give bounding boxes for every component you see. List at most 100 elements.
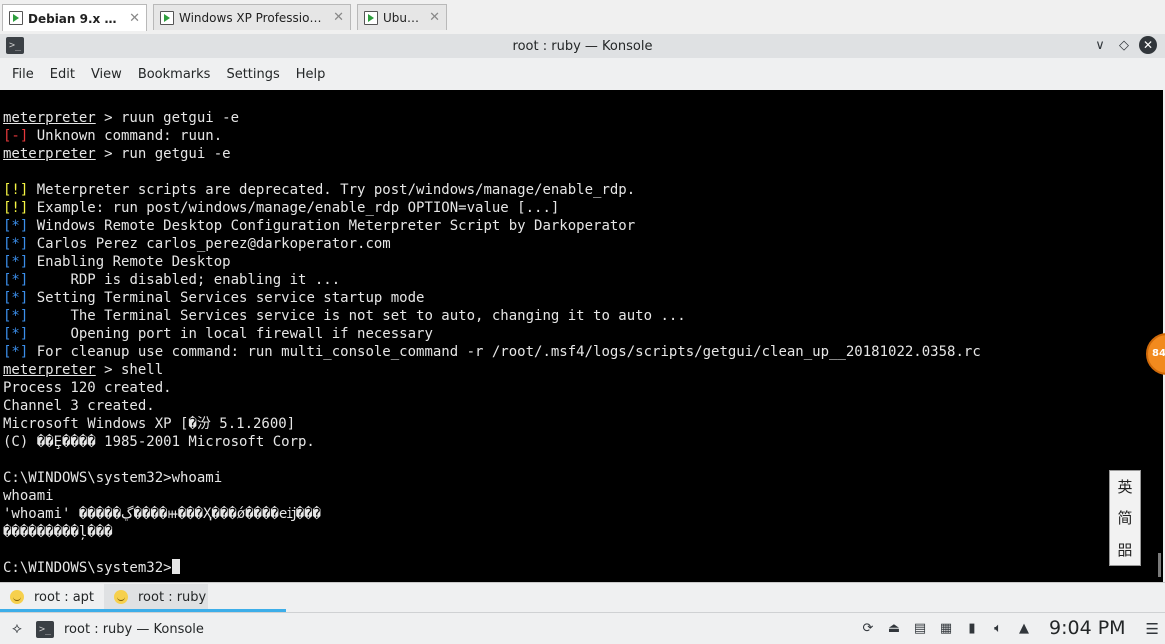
terminal-line-prefix: meterpreter [3,110,96,126]
konsole-tab-apt[interactable]: root : apt [0,584,104,610]
minimize-icon[interactable]: ∨ [1091,36,1109,54]
window-title: root : ruby — Konsole [512,38,653,54]
application-launcher-icon[interactable]: ⟡ [8,619,26,637]
vm-tab-ubuntu[interactable]: Ubuntu ✕ [357,4,447,30]
terminal-line-prefix: [*] [3,308,29,324]
close-icon[interactable]: ✕ [429,10,440,25]
terminal-line-text: > shell [95,362,164,378]
terminal-line: 'whoami' �����ڲ����ⲿ���Ҳ���ǿ����еĳ��� [3,505,981,523]
terminal-line-text: Process 120 created. [3,380,172,396]
menu-help[interactable]: Help [288,67,334,82]
terminal-line-text: For cleanup use command: run multi_conso… [28,344,981,360]
terminal-line-text: whoami [3,488,54,504]
terminal-line: [-] Unknown command: ruun. [3,127,981,145]
menu-edit[interactable]: Edit [42,67,83,82]
expand-tray-icon[interactable]: ▲ [1015,619,1033,637]
close-icon[interactable]: ✕ [129,11,140,26]
vm-icon [364,10,378,25]
terminal-line-prefix: [*] [3,326,29,342]
terminal-line: [*] Carlos Perez carlos_perez@darkoperat… [3,235,981,253]
terminal-line-prefix: [-] [3,128,29,144]
terminal-line-prefix: [*] [3,272,29,288]
terminal-line-text: Windows Remote Desktop Configuration Met… [28,218,636,234]
vm-tab-label: Debian 9.x 64 位 [28,11,123,26]
clipboard-icon[interactable]: ▤ [911,619,929,637]
terminal-line-prefix: [*] [3,254,29,270]
terminal-line-text: ���������ļ��� [3,524,113,540]
terminal-line-prefix: meterpreter [3,362,96,378]
terminal-line-text: > ruun getgui -e [95,110,240,126]
taskbar: ⟡ >_ root : ruby — Konsole ⟳ ⏏ ▤ ▦ ▮ 🔈︎ … [0,612,1165,644]
terminal-line-text: Meterpreter scripts are deprecated. Try … [28,182,636,198]
terminal-line-text: Carlos Perez carlos_perez@darkoperator.c… [28,236,391,252]
konsole-tab-label: root : apt [34,589,95,605]
clock[interactable]: 9:04 PM [1049,617,1126,639]
updates-icon[interactable]: ⟳ [859,619,877,637]
konsole-tab-bar: root : apt root : ruby [0,582,1165,610]
close-window-icon[interactable]: ✕ [1139,36,1157,54]
vm-tab-windows-xp[interactable]: Windows XP Professional No P... ✕ [153,4,351,30]
terminal-output[interactable]: meterpreter > ruun getgui -e [-] Unknown … [0,90,1163,582]
terminal-line: whoami [3,487,981,505]
terminal-line-text: Unknown command: ruun. [28,128,223,144]
ime-glyph: 英 [1117,478,1133,497]
input-method-widget[interactable]: 英 简 㗊 [1109,470,1141,566]
ime-glyph: 简 [1117,509,1133,528]
terminal-icon: >_ [36,620,54,638]
taskbar-task-konsole[interactable]: >_ root : ruby — Konsole [36,617,204,641]
vm-tab-strip: Debian 9.x 64 位 ✕ Windows XP Professiona… [0,0,1165,35]
terminal-line-prefix: [*] [3,344,29,360]
terminal-line-text: C:\WINDOWS\system32>whoami [3,470,223,486]
terminal-scrollbar[interactable] [1158,553,1161,577]
terminal-icon[interactable]: >_ [6,37,24,54]
terminal-line: [*] Windows Remote Desktop Configuration… [3,217,981,235]
notes-icon[interactable]: ▦ [937,619,955,637]
terminal-line: [!] Example: run post/windows/manage/ena… [3,199,981,217]
terminal-line-text: > run getgui -e [95,146,231,162]
vm-tab-debian[interactable]: Debian 9.x 64 位 ✕ [2,4,147,31]
terminal-line-text: C:\WINDOWS\system32> [3,560,172,576]
terminal-line: [*] Setting Terminal Services service st… [3,289,981,307]
terminal-line: meterpreter > run getgui -e [3,145,981,163]
terminal-line-text: Microsoft Windows XP [�汾 5.1.2600] [3,416,296,432]
battery-icon[interactable]: ▮ [963,619,981,637]
terminal-line: meterpreter > shell [3,361,981,379]
menu-file[interactable]: File [4,67,42,82]
smiley-icon [10,590,24,604]
terminal-line: C:\WINDOWS\system32> [3,559,981,577]
terminal-line-text: Example: run post/windows/manage/enable_… [28,200,560,216]
maximize-icon[interactable]: ◇ [1115,36,1133,54]
vm-tab-label: Windows XP Professional No P... [179,10,328,25]
terminal-line: [*] Enabling Remote Desktop [3,253,981,271]
menu-bookmarks[interactable]: Bookmarks [130,67,219,82]
konsole-tab-label: root : ruby [138,589,207,605]
konsole-tab-ruby[interactable]: root : ruby [104,584,208,610]
menu-settings[interactable]: Settings [218,67,287,82]
smiley-icon [114,590,128,604]
terminal-line-prefix: meterpreter [3,146,96,162]
terminal-line-text: RDP is disabled; enabling it ... [28,272,341,288]
menu-view[interactable]: View [83,67,130,82]
terminal-line-prefix: [!] [3,200,29,216]
ime-glyph: 㗊 [1117,540,1133,559]
terminal-line: [!] Meterpreter scripts are deprecated. … [3,181,981,199]
terminal-line-text: Setting Terminal Services service startu… [28,290,425,306]
window-titlebar[interactable]: >_ root : ruby — Konsole ∨ ◇ ✕ [0,34,1165,58]
volume-icon[interactable]: 🔈︎ [989,619,1007,637]
terminal-line-prefix: [*] [3,218,29,234]
terminal-line-prefix: [*] [3,236,29,252]
menu-bar: File Edit View Bookmarks Settings Help [0,58,1165,90]
hamburger-menu-icon[interactable]: ☰ [1146,620,1159,638]
terminal-line-text: Enabling Remote Desktop [28,254,231,270]
terminal-line-text: The Terminal Services service is not set… [28,308,686,324]
terminal-line: [*] The Terminal Services service is not… [3,307,981,325]
terminal-line-text: Opening port in local firewall if necess… [28,326,433,342]
close-icon[interactable]: ✕ [333,10,344,25]
terminal-line-text: Channel 3 created. [3,398,155,414]
usb-device-icon[interactable]: ⏏ [885,619,903,637]
terminal-line-text: 'whoami' �����ڲ����ⲿ���Ҳ���ǿ����еĳ��� [3,506,321,522]
task-label: root : ruby — Konsole [64,621,204,637]
terminal-line: Microsoft Windows XP [�汾 5.1.2600] [3,415,981,433]
